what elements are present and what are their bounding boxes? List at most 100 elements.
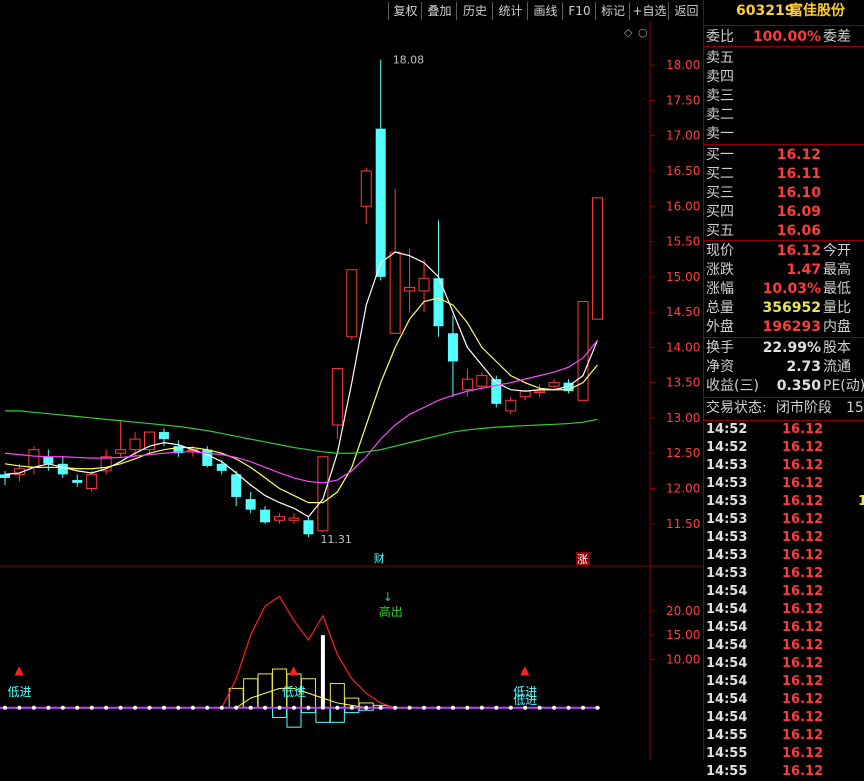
- candle-body: [245, 499, 256, 510]
- row-label: 卖一: [706, 126, 734, 142]
- ind-baseline-dot: [292, 705, 296, 710]
- panel-divider: [704, 46, 864, 47]
- ind-baseline-dot: [133, 705, 138, 710]
- tick-time: 14:54: [706, 584, 748, 599]
- kline-chart[interactable]: ◇ ○ 11.50 12.00 12.50 13.00 13.50 14.00 14.50 15.…: [0, 22, 703, 760]
- row-label: 卖五: [706, 50, 734, 66]
- buy-level-2: 买二 16.11: [704, 165, 864, 184]
- sell-level-4: 卖四: [704, 68, 864, 87]
- candle-body: [303, 520, 314, 535]
- toolbar-button-7[interactable]: +自选: [629, 2, 669, 20]
- candle-body: [202, 449, 213, 466]
- row-label: 买三: [706, 185, 734, 201]
- tick-time: 14:54: [706, 674, 748, 689]
- tick-time: 14:53: [706, 458, 748, 473]
- tick-price: 16.12: [782, 440, 824, 455]
- tick-price: 16.12: [782, 584, 824, 599]
- tick-price: 16.12: [782, 422, 824, 437]
- tick-time: 14:53: [706, 548, 748, 563]
- y-tick-label: 12.50: [666, 446, 700, 460]
- tick-time: 14:53: [706, 512, 748, 527]
- candle-body: [274, 516, 286, 521]
- panel-divider: [704, 397, 864, 398]
- sell-level-2: 卖二: [704, 106, 864, 125]
- tick-row: 14:54 16.12: [704, 619, 864, 637]
- stock-name: 富佳股份: [789, 3, 845, 19]
- row-label-secondary: 流通: [823, 359, 851, 375]
- tick-row: 14:53 16.12: [704, 475, 864, 493]
- candle-body: [418, 277, 430, 292]
- ind-baseline-dot: [537, 705, 542, 710]
- tick-price: 16.12: [782, 746, 824, 761]
- status-label: 交易状态:: [706, 400, 767, 416]
- toolbar-button-6[interactable]: 标记: [595, 2, 630, 20]
- chart-area[interactable]: ◇ ○ 11.50 12.00 12.50 13.00 13.50 14.00 14.50 15.…: [0, 22, 703, 760]
- diamond-icon: ◇: [624, 26, 633, 39]
- tick-time: 14:55: [706, 764, 748, 779]
- toolbar-button-2[interactable]: 历史: [456, 2, 493, 20]
- row-value: 16.11: [776, 166, 821, 182]
- tick-row: 14:53 16.12: [704, 547, 864, 565]
- tick-row: 14:54 16.12: [704, 655, 864, 673]
- row-label-secondary: 委差: [823, 29, 851, 45]
- y-tick-label: 13.50: [666, 376, 700, 390]
- fund-row-0: 换手 22.99% 股本: [704, 339, 864, 358]
- y-tick-label: 12.00: [666, 482, 700, 496]
- tick-time: 14:55: [706, 746, 748, 761]
- tick-price: 16.12: [782, 602, 824, 617]
- toolbar-button-0[interactable]: 复权: [388, 2, 422, 20]
- ma-line-3: [5, 410, 598, 454]
- row-value: 100.00%: [752, 29, 821, 45]
- ind-baseline-dot: [364, 705, 369, 710]
- event-marker-zhang: 涨: [577, 553, 588, 566]
- ind-exit-arrow: ↓: [383, 590, 393, 604]
- toolbar-button-8[interactable]: 返回: [668, 2, 704, 20]
- tick-row: 14:53 16.12 1: [704, 493, 864, 511]
- row-value: 1.47: [786, 262, 821, 278]
- ind-baseline-dot: [494, 705, 499, 710]
- quote-row-2: 涨幅 10.03% 最低: [704, 280, 864, 299]
- ind-baseline-dot: [190, 705, 195, 710]
- ind-baseline-dot: [234, 705, 239, 710]
- tick-row: 14:55 16.12: [704, 745, 864, 763]
- toolbar-button-3[interactable]: 统计: [492, 2, 528, 20]
- ind-y-tick-label: 20.00: [666, 604, 700, 618]
- tick-price: 16.12: [782, 656, 824, 671]
- toolbar-button-1[interactable]: 叠加: [421, 2, 457, 20]
- candle-body: [548, 382, 560, 387]
- tick-row: 14:54 16.12: [704, 601, 864, 619]
- tick-row: 14:52 16.12: [704, 439, 864, 457]
- candle-body: [115, 449, 127, 454]
- toolbar-button-5[interactable]: F10: [562, 2, 596, 20]
- row-label-secondary: 股本: [823, 340, 851, 356]
- row-label: 涨幅: [706, 281, 734, 297]
- tick-time: 14:54: [706, 710, 748, 725]
- row-label-secondary: 最高: [823, 262, 851, 278]
- tick-row: 14:55 16.12: [704, 763, 864, 781]
- ind-baseline-dot: [17, 705, 22, 710]
- buy-level-3: 买三 16.10: [704, 184, 864, 203]
- tick-row: 14:54 16.12: [704, 709, 864, 727]
- candle-body: [57, 463, 68, 475]
- tick-time: 14:53: [706, 494, 748, 509]
- row-label: 卖三: [706, 88, 734, 104]
- low-annotation: 11.31: [320, 533, 352, 546]
- ind-baseline-dot: [75, 705, 80, 710]
- buy-level-1: 买一 16.12: [704, 146, 864, 165]
- tick-price: 16.12: [782, 710, 824, 725]
- ind-cyan-bar: [286, 707, 302, 728]
- row-value: 16.12: [776, 243, 821, 259]
- ind-baseline-dot: [407, 705, 412, 710]
- panel-divider: [704, 240, 864, 241]
- ind-signal-label: 低进: [7, 685, 31, 699]
- tick-time: 14:54: [706, 656, 748, 671]
- tick-volume: 1: [858, 494, 864, 509]
- row-label: 涨跌: [706, 262, 734, 278]
- row-value: 356952: [762, 300, 821, 316]
- tick-price: 16.12: [782, 638, 824, 653]
- row-label: 外盘: [706, 319, 734, 335]
- toolbar-button-4[interactable]: 画线: [527, 2, 563, 20]
- candle-body: [144, 431, 155, 451]
- event-marker-cai: 财: [374, 551, 385, 565]
- tick-time: 14:53: [706, 530, 748, 545]
